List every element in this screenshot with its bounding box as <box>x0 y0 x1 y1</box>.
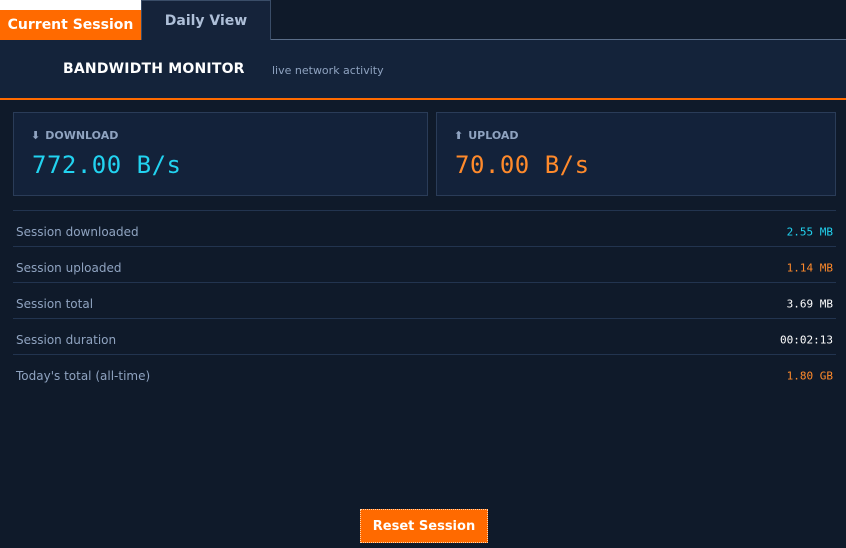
download-rate-value: 772.00 B/s <box>32 151 182 179</box>
tab-strip-fill <box>271 0 846 40</box>
stat-label: Today's total (all-time) <box>16 369 151 383</box>
stat-value: 3.69 MB <box>786 297 833 311</box>
stat-row-session-total: Session total 3.69 MB <box>13 283 836 319</box>
stat-row-session-downloaded: Session downloaded 2.55 MB <box>13 211 836 247</box>
download-arrow-icon: ⬇ <box>31 129 41 142</box>
app-header: BANDWIDTH MONITOR live network activity <box>0 40 846 100</box>
upload-rate-card: ⬆ UPLOAD 70.00 B/s <box>436 112 836 196</box>
stat-value: 1.80 GB <box>786 369 833 383</box>
upload-arrow-icon: ⬆ <box>454 129 464 142</box>
app-title: BANDWIDTH MONITOR <box>63 61 245 77</box>
reset-session-button[interactable]: Reset Session <box>360 509 488 543</box>
stat-value: 1.14 MB <box>786 261 833 275</box>
stat-label: Session downloaded <box>16 225 139 239</box>
upload-rate-value: 70.00 B/s <box>455 151 590 179</box>
download-rate-card: ⬇ DOWNLOAD 772.00 B/s <box>13 112 428 196</box>
app-subtitle: live network activity <box>272 64 384 77</box>
upload-label: UPLOAD <box>468 129 519 142</box>
stat-value: 00:02:13 <box>780 333 833 347</box>
upload-label-row: ⬆ UPLOAD <box>454 129 519 142</box>
tab-daily-view[interactable]: Daily View <box>141 0 271 40</box>
download-label: DOWNLOAD <box>45 129 119 142</box>
stat-row-session-uploaded: Session uploaded 1.14 MB <box>13 247 836 283</box>
session-stats-list: Session downloaded 2.55 MB Session uploa… <box>13 210 836 390</box>
download-label-row: ⬇ DOWNLOAD <box>31 129 118 142</box>
stat-label: Session duration <box>16 333 117 347</box>
tab-current-session[interactable]: Current Session <box>0 10 141 40</box>
stat-row-todays-total: Today's total (all-time) 1.80 GB <box>13 355 836 390</box>
stat-label: Session total <box>16 297 94 311</box>
tab-bar: Current Session Daily View <box>0 0 846 40</box>
stat-row-session-duration: Session duration 00:02:13 <box>13 319 836 355</box>
stat-value: 2.55 MB <box>786 225 833 239</box>
stat-label: Session uploaded <box>16 261 122 275</box>
